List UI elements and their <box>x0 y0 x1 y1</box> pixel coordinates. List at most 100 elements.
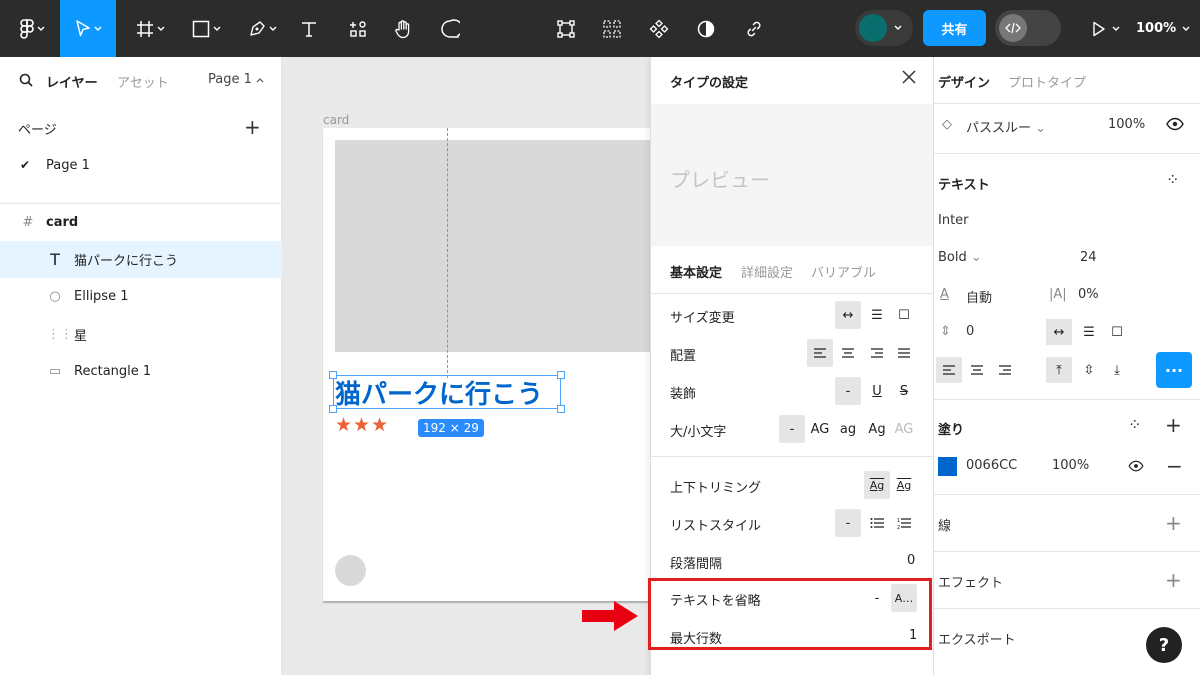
fill-hex-input[interactable]: 0066CC <box>966 458 1017 473</box>
remove-fill-icon[interactable]: − <box>1166 454 1183 478</box>
align-right-icon[interactable] <box>992 357 1018 383</box>
star-rating[interactable]: ★★★ <box>335 414 389 436</box>
font-weight-select[interactable]: Bold ⌄ <box>938 250 982 265</box>
numbered-list-icon[interactable]: 12 <box>891 509 917 537</box>
ellipse-shape[interactable] <box>335 555 366 586</box>
tab-assets[interactable]: アセット <box>117 72 169 91</box>
page-item[interactable]: ✔ Page 1 <box>0 149 282 181</box>
case-none-button[interactable]: - <box>779 415 805 443</box>
chevron-down-icon <box>1112 26 1120 31</box>
mask-button[interactable] <box>692 0 720 57</box>
auto-width-icon[interactable]: ↔ <box>835 301 861 329</box>
card-frame[interactable]: 猫パークに行こう ★★★ 192 × 29 <box>323 128 650 601</box>
transform-button[interactable] <box>552 0 580 57</box>
help-button[interactable]: ? <box>1146 627 1182 663</box>
add-page-icon[interactable]: + <box>244 115 261 139</box>
layer-row[interactable]: # card <box>0 204 282 241</box>
fixed-size-icon[interactable]: ☐ <box>1104 319 1130 345</box>
layer-row[interactable]: ○ Ellipse 1 <box>0 278 282 315</box>
pen-tool-button[interactable] <box>240 0 284 57</box>
align-left-icon[interactable] <box>807 339 833 367</box>
paragraph-spacing-input[interactable]: 0 <box>966 324 974 339</box>
lowercase-button[interactable]: ag <box>835 415 861 443</box>
trim-off-button[interactable]: Ag <box>891 471 917 499</box>
align-right-icon[interactable] <box>864 339 890 367</box>
auto-width-icon[interactable]: ↔ <box>1046 319 1072 345</box>
resources-button[interactable] <box>344 0 372 57</box>
font-weight-value: Bold <box>938 250 967 265</box>
frame-tool-button[interactable] <box>128 0 172 57</box>
bulleted-list-icon[interactable] <box>864 509 890 537</box>
layer-opacity-value[interactable]: 100% <box>1108 117 1145 132</box>
layer-row[interactable]: ▭ Rectangle 1 <box>0 353 282 390</box>
resize-handle[interactable] <box>557 405 565 413</box>
tab-layers[interactable]: レイヤー <box>46 72 98 91</box>
decoration-none-button[interactable]: - <box>835 377 861 405</box>
auto-height-icon[interactable]: ☰ <box>864 301 890 329</box>
present-button[interactable] <box>1086 0 1126 57</box>
small-caps-button[interactable]: AG <box>891 415 917 443</box>
resize-handle[interactable] <box>329 371 337 379</box>
align-center-icon[interactable] <box>964 357 990 383</box>
blend-mode-select[interactable]: パススルー ⌄ <box>966 117 1046 136</box>
letter-spacing-input[interactable]: 0% <box>1078 287 1099 302</box>
dev-mode-toggle[interactable] <box>995 10 1061 46</box>
tab-prototype[interactable]: プロトタイプ <box>1008 72 1086 91</box>
add-fill-icon[interactable]: + <box>1165 413 1182 437</box>
trim-on-button[interactable]: Ag <box>864 471 890 499</box>
font-family-select[interactable]: Inter <box>938 213 969 228</box>
strikethrough-icon[interactable]: S <box>891 377 917 405</box>
layer-row[interactable]: T 猫パークに行こう <box>0 241 282 278</box>
auto-layout-button[interactable] <box>598 0 626 57</box>
paragraph-spacing-value[interactable]: 0 <box>907 553 915 568</box>
align-justify-icon[interactable] <box>891 339 917 367</box>
page-selector[interactable]: Page 1 <box>208 72 264 87</box>
underline-icon[interactable]: U <box>864 377 890 405</box>
main-menu-button[interactable] <box>8 0 56 57</box>
align-top-icon[interactable]: ⤒ <box>1046 357 1072 383</box>
create-component-button[interactable] <box>645 0 673 57</box>
share-button[interactable]: 共有 <box>923 10 986 46</box>
user-avatar-menu[interactable] <box>855 10 913 46</box>
align-middle-icon[interactable]: ⇳ <box>1076 357 1102 383</box>
fill-opacity-input[interactable]: 100% <box>1052 458 1089 473</box>
tab-variables[interactable]: バリアブル <box>811 262 876 281</box>
rectangle-image-placeholder[interactable] <box>335 140 650 352</box>
resize-handle[interactable] <box>557 371 565 379</box>
zoom-menu[interactable]: 100% <box>1136 0 1190 57</box>
tab-basic[interactable]: 基本設定 <box>670 262 722 281</box>
fill-color-swatch[interactable] <box>938 457 957 476</box>
align-left-icon[interactable] <box>936 357 962 383</box>
move-tool-button[interactable] <box>60 0 116 57</box>
frame-label[interactable]: card <box>323 113 349 127</box>
hand-tool-button[interactable] <box>389 0 417 57</box>
shape-tool-button[interactable] <box>184 0 228 57</box>
eye-icon[interactable] <box>1128 460 1144 472</box>
comment-tool-button[interactable] <box>436 0 464 57</box>
auto-height-icon[interactable]: ☰ <box>1076 319 1102 345</box>
eye-icon[interactable] <box>1166 117 1184 131</box>
add-stroke-icon[interactable]: + <box>1165 511 1182 535</box>
tab-details[interactable]: 詳細設定 <box>741 262 793 281</box>
align-bottom-icon[interactable]: ⤓ <box>1104 357 1130 383</box>
add-effect-icon[interactable]: + <box>1165 568 1182 592</box>
canvas[interactable]: card 猫パークに行こう ★★★ 192 × 29 <box>282 57 650 675</box>
close-icon[interactable] <box>901 69 917 85</box>
layer-label: Ellipse 1 <box>74 289 129 304</box>
text-tool-button[interactable] <box>296 0 322 57</box>
resize-handle[interactable] <box>329 405 337 413</box>
list-none-button[interactable]: - <box>835 509 861 537</box>
fixed-size-icon[interactable]: ☐ <box>891 301 917 329</box>
font-size-input[interactable]: 24 <box>1080 250 1097 265</box>
layer-row[interactable]: ⋮⋮ 星 <box>0 316 282 353</box>
tab-design[interactable]: デザイン <box>938 72 990 91</box>
line-height-input[interactable]: 自動 <box>966 287 992 306</box>
styles-icon[interactable]: ⁘ <box>1128 415 1141 434</box>
uppercase-button[interactable]: AG <box>807 415 833 443</box>
align-center-icon[interactable] <box>835 339 861 367</box>
titlecase-button[interactable]: Ag <box>864 415 890 443</box>
link-button[interactable] <box>740 0 768 57</box>
more-options-button[interactable]: ··· <box>1156 352 1192 388</box>
search-icon[interactable] <box>19 73 33 87</box>
type-settings-icon[interactable]: ⁘ <box>1166 170 1179 189</box>
